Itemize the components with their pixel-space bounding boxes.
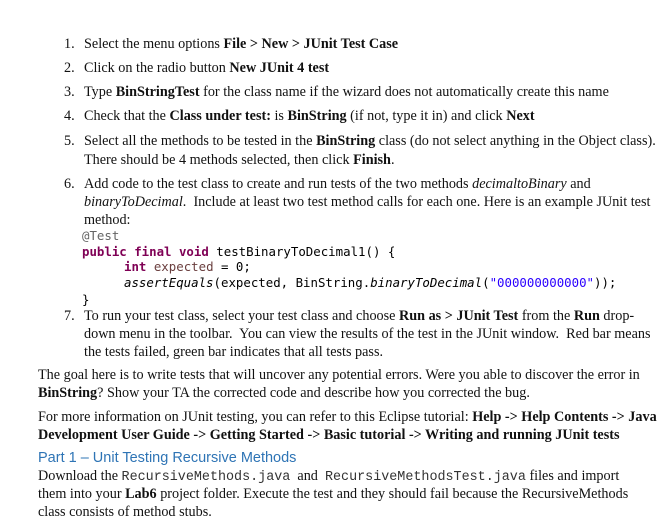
text-run: There should be 4 methods selected, then…: [84, 152, 354, 168]
text-run: down menu in the toolbar. You can view t…: [84, 326, 651, 342]
code-assert-call: assertEquals: [124, 275, 214, 290]
bold-text: Run as > JUnit Test: [399, 308, 519, 324]
italic-text: binaryToDecimal: [84, 194, 183, 210]
step-number: 3.: [64, 84, 75, 100]
bold-text: Development User Guide -> Getting Starte…: [38, 427, 620, 443]
step-6-text-line-1: Add code to the test class to create and…: [84, 175, 591, 193]
code-line-declaration: int expected = 0;: [124, 259, 251, 275]
step-number: 1.: [64, 36, 75, 52]
step-7-text-line-3: the tests failed, green bar indicates th…: [84, 343, 383, 361]
text-run: method:: [84, 212, 131, 228]
text-run: for the class name if the wizard does no…: [199, 84, 609, 100]
step-number: 6.: [64, 176, 75, 192]
filename-text: RecursiveMethods.java: [121, 470, 291, 485]
code-line-assert: assertEquals(expected, BinString.binaryT…: [124, 275, 616, 291]
step-6-text-line-3: method:: [84, 211, 131, 229]
step-5-text-line-1: Select all the methods to be tested in t…: [84, 132, 656, 150]
bold-text: Finish: [353, 152, 391, 168]
text-run: .: [390, 152, 395, 168]
step-1-text: Select the menu options File > New > JUn…: [84, 35, 398, 53]
code-annotation: @Test: [82, 228, 120, 243]
section-body-line-3: class consists of method stubs.: [38, 503, 212, 521]
text-run: Select all the methods to be tested in t…: [84, 133, 317, 149]
text-run: ? Show your TA the corrected code and de…: [97, 385, 530, 401]
text-run: is: [270, 108, 288, 124]
code-assignment: = 0;: [213, 259, 251, 274]
step-7-text-line-1: To run your test class, select your test…: [84, 307, 634, 325]
filename-text: RecursiveMethodsTest.java: [324, 470, 526, 485]
text-run: drop-: [599, 308, 635, 324]
text-run: project folder. Execute the test and the…: [156, 486, 629, 502]
code-assert-args: (expected, BinString.: [213, 275, 371, 290]
text-run: Type: [84, 84, 116, 100]
text-run: Add code to the test class to create and…: [84, 176, 473, 192]
text-run: . Include at least two test method calls…: [182, 194, 651, 210]
section-body-line-1: Download the RecursiveMethods.java and R…: [38, 467, 619, 487]
text-run: (if not, type it in) and click: [346, 108, 507, 124]
more-info-line-1: For more information on JUnit testing, y…: [38, 408, 657, 426]
bold-text: Help -> Help Contents -> Java: [472, 409, 657, 425]
step-number: 4.: [64, 108, 75, 124]
code-paren: (: [482, 275, 490, 290]
text-run: and: [290, 468, 325, 484]
goal-paragraph-line-1: The goal here is to write tests that wil…: [38, 366, 640, 384]
bold-text: Lab6: [125, 486, 157, 502]
code-method-name: testBinaryToDecimal1() {: [208, 244, 396, 259]
step-number: 5.: [64, 133, 75, 149]
bold-text: BinString: [316, 133, 376, 149]
code-string-literal: "000000000000": [489, 275, 594, 290]
code-type-keyword: int: [124, 259, 147, 274]
text-run: Check that the: [84, 108, 170, 124]
step-2-text: Click on the radio button New JUnit 4 te…: [84, 59, 329, 77]
section-heading: Part 1 – Unit Testing Recursive Methods: [38, 450, 297, 466]
code-keywords: public final void: [82, 244, 209, 259]
step-4-text: Check that the Class under test: is BinS…: [84, 107, 535, 125]
step-3-text: Type BinStringTest for the class name if…: [84, 83, 609, 101]
text-run: Select the menu options: [84, 36, 224, 52]
more-info-line-2: Development User Guide -> Getting Starte…: [38, 426, 620, 444]
code-assert-end: ));: [594, 275, 617, 290]
bold-text: BinString: [38, 385, 98, 401]
text-run: class consists of method stubs.: [38, 504, 212, 520]
code-variable: expected: [146, 259, 214, 274]
text-run: the tests failed, green bar indicates th…: [84, 344, 384, 360]
text-run: from the: [518, 308, 574, 324]
text-run: Download the: [38, 468, 122, 484]
code-line-annotation: @Test: [82, 228, 119, 244]
code-line-closing: }: [82, 292, 89, 308]
step-number: 7.: [64, 308, 75, 324]
goal-paragraph-line-2: BinString? Show your TA the corrected co…: [38, 384, 530, 402]
text-run: The goal here is to write tests that wil…: [38, 367, 640, 383]
text-run: To run your test class, select your test…: [84, 308, 399, 324]
bold-text: File > New > JUnit Test Case: [223, 36, 399, 52]
step-6-text-line-2: binaryToDecimal. Include at least two te…: [84, 193, 650, 211]
bold-text: Run: [573, 308, 600, 324]
code-closing-brace: }: [82, 292, 90, 307]
step-7-text-line-2: down menu in the toolbar. You can view t…: [84, 325, 651, 343]
bold-text: Next: [506, 108, 535, 124]
step-number: 2.: [64, 60, 75, 76]
bold-text: BinStringTest: [115, 84, 200, 100]
text-run: them into your: [38, 486, 126, 502]
bold-text: BinString: [287, 108, 347, 124]
code-line-signature: public final void testBinaryToDecimal1()…: [82, 244, 395, 260]
step-5-text-line-2: There should be 4 methods selected, then…: [84, 151, 395, 169]
text-run: files and import: [525, 468, 620, 484]
bold-text: New JUnit 4 test: [229, 60, 330, 76]
bold-text: Class under test:: [169, 108, 271, 124]
text-run: Click on the radio button: [84, 60, 230, 76]
text-run: class (do not select anything in the Obj…: [375, 133, 656, 149]
text-run: For more information on JUnit testing, y…: [38, 409, 473, 425]
section-body-line-2: them into your Lab6 project folder. Exec…: [38, 485, 628, 503]
text-run: and: [566, 176, 591, 192]
italic-text: decimaltoBinary: [472, 176, 567, 192]
code-static-method: binaryToDecimal: [370, 275, 483, 290]
